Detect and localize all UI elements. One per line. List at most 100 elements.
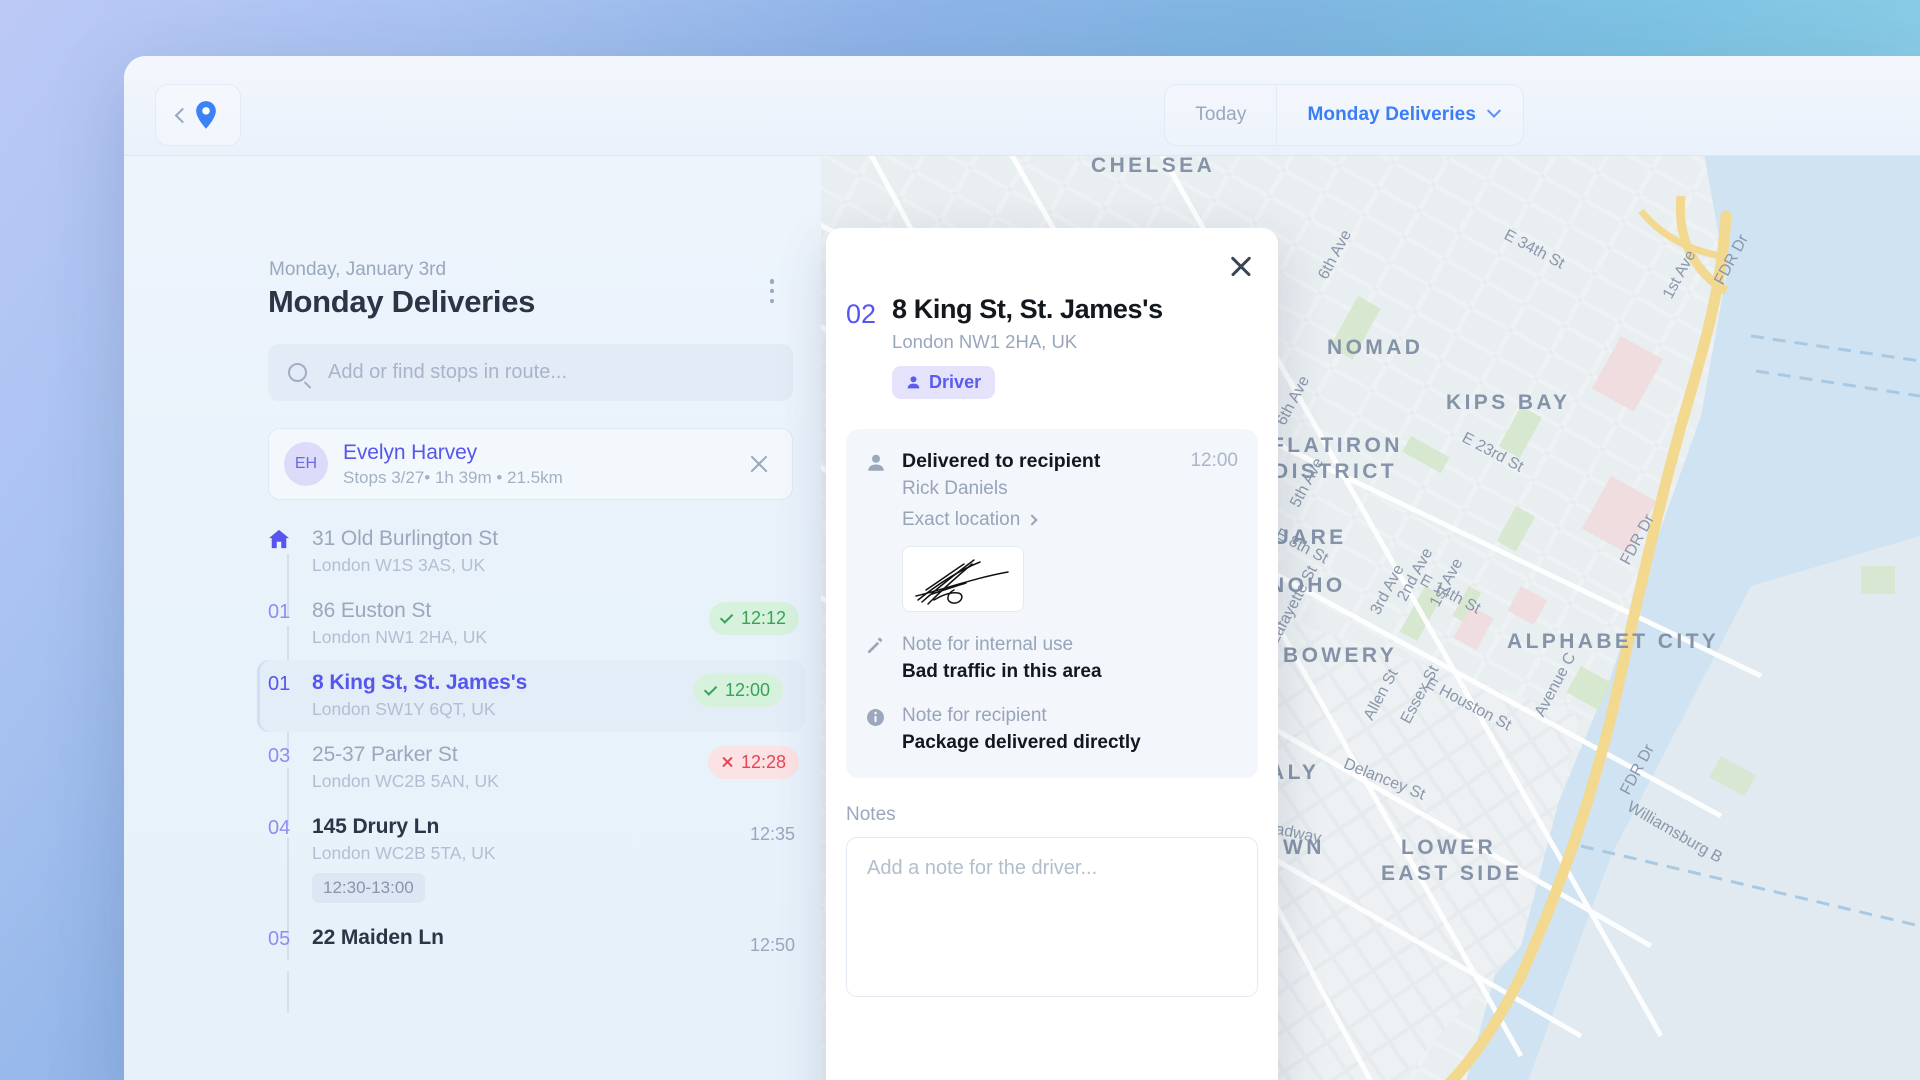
search-input[interactable]: Add or find stops in route... (268, 344, 793, 401)
route-sidebar: Monday, January 3rd Monday Deliveries Ad… (124, 156, 821, 1080)
status-badge[interactable]: Driver (892, 366, 995, 399)
detail-subtitle: London NW1 2HA, UK (892, 331, 1163, 353)
status-badge-time: 12:12 (741, 608, 786, 629)
check-icon (720, 610, 733, 623)
chevron-left-icon (175, 107, 191, 123)
route-tab-group: Today Monday Deliveries (1164, 84, 1524, 146)
list-item[interactable]: 03 25-37 Parker St London WC2B 5AN, UK 1… (124, 732, 821, 804)
status-badge: 12:28 (708, 746, 799, 779)
close-icon (721, 756, 734, 769)
stop-address: 31 Old Burlington St (312, 527, 799, 551)
driver-stats: Stops 3/27• 1h 39m • 21.5km (343, 468, 563, 488)
stop-index: 04 (268, 815, 312, 840)
stop-subaddress: London WC2B 5AN, UK (312, 771, 708, 792)
delivery-status-row: Delivered to recipient Rick Daniels Exac… (866, 450, 1238, 612)
person-icon (866, 453, 886, 473)
close-icon[interactable] (746, 451, 772, 477)
status-badge-time: 12:00 (725, 680, 770, 701)
stop-index: 03 (268, 743, 312, 768)
stop-body: 31 Old Burlington St London W1S 3AS, UK (312, 527, 799, 576)
info-icon (866, 708, 885, 727)
delivery-status-main: Delivered to recipient Rick Daniels Exac… (902, 450, 1176, 612)
driver-name: Evelyn Harvey (343, 441, 563, 465)
stop-index: 05 (268, 926, 312, 951)
home-icon (268, 529, 290, 549)
tab-monday-deliveries[interactable]: Monday Deliveries (1276, 85, 1523, 145)
stop-index: 01 (268, 671, 312, 696)
list-item-selected[interactable]: 01 8 King St, St. James's London SW1Y 6Q… (257, 660, 805, 732)
recipient-note-value: Package delivered directly (902, 732, 1238, 754)
stop-subaddress: London NW1 2HA, UK (312, 627, 709, 648)
stop-address: 8 King St, St. James's (312, 671, 693, 695)
person-icon (906, 375, 921, 390)
internal-note-value: Bad traffic in this area (902, 661, 1238, 683)
detail-header-text: 8 King St, St. James's London NW1 2HA, U… (892, 294, 1163, 399)
delivery-proof-card: Delivered to recipient Rick Daniels Exac… (846, 429, 1258, 778)
stop-status: 12:35 (746, 815, 799, 851)
recipient-note-main: Note for recipient Package delivered dir… (902, 705, 1238, 754)
detail-header: 02 8 King St, St. James's London NW1 2HA… (826, 228, 1278, 399)
stop-index: 01 (268, 599, 312, 624)
tab-today-label: Today (1195, 104, 1246, 126)
delivery-recipient: Rick Daniels (902, 478, 1176, 500)
stop-body: 25-37 Parker St London WC2B 5AN, UK (312, 743, 708, 792)
stop-body: 145 Drury Ln London WC2B 5TA, UK 12:30-1… (312, 815, 746, 903)
stop-subaddress: London W1S 3AS, UK (312, 555, 799, 576)
delivery-status-title: Delivered to recipient (902, 450, 1176, 473)
stop-status: 12:50 (746, 926, 799, 962)
stop-time-window: 12:30-13:00 (312, 873, 425, 903)
stop-status: 12:12 (709, 599, 799, 635)
list-item[interactable]: 31 Old Burlington St London W1S 3AS, UK (124, 516, 821, 588)
map-pin-icon (193, 100, 219, 130)
internal-note-row: Note for internal use Bad traffic in thi… (866, 634, 1238, 683)
person-icon-wrapper (866, 450, 888, 612)
stop-list: 31 Old Burlington St London W1S 3AS, UK … (124, 516, 821, 986)
notes-input[interactable] (846, 837, 1258, 997)
close-icon[interactable] (1227, 252, 1255, 280)
recipient-note-label: Note for recipient (902, 705, 1238, 727)
search-placeholder: Add or find stops in route... (328, 361, 567, 384)
detail-title: 8 King St, St. James's (892, 294, 1163, 325)
exact-location-link[interactable]: Exact location (902, 509, 1036, 531)
internal-note-label: Note for internal use (902, 634, 1238, 656)
info-icon-wrapper (866, 705, 888, 754)
chevron-down-icon (1487, 104, 1501, 118)
route-date: Monday, January 3rd (269, 259, 446, 281)
stop-body: 22 Maiden Ln (312, 926, 746, 950)
stop-body: 8 King St, St. James's London SW1Y 6QT, … (312, 671, 693, 720)
list-item[interactable]: 01 86 Euston St London NW1 2HA, UK 12:12 (124, 588, 821, 660)
status-badge: 12:12 (709, 602, 799, 635)
search-icon (288, 363, 307, 382)
recipient-note-row: Note for recipient Package delivered dir… (866, 705, 1238, 754)
tab-today[interactable]: Today (1165, 85, 1276, 145)
page-title: Monday Deliveries (268, 284, 535, 320)
internal-note-main: Note for internal use Bad traffic in thi… (902, 634, 1238, 683)
app-window: Today Monday Deliveries (124, 56, 1920, 1080)
signature-image[interactable] (902, 546, 1024, 612)
stop-status: 12:28 (708, 743, 799, 779)
delivery-time: 12:00 (1190, 450, 1238, 612)
signature-icon (908, 550, 1018, 608)
exact-location-label: Exact location (902, 509, 1020, 531)
kebab-menu-icon[interactable] (763, 276, 781, 306)
stop-status: 12:00 (693, 671, 783, 707)
stop-detail-panel: 02 8 King St, St. James's London NW1 2HA… (826, 228, 1278, 1080)
list-item[interactable]: 04 145 Drury Ln London WC2B 5TA, UK 12:3… (124, 804, 821, 915)
pencil-icon (866, 637, 884, 655)
stop-subaddress: London WC2B 5TA, UK (312, 843, 746, 864)
notes-section: Notes (846, 804, 1258, 1002)
stop-address: 25-37 Parker St (312, 743, 708, 767)
status-badge: 12:00 (693, 674, 783, 707)
stop-index (268, 527, 312, 549)
back-to-map-button[interactable] (155, 84, 241, 146)
chevron-right-icon (1027, 514, 1038, 525)
detail-stop-index: 02 (846, 294, 876, 399)
driver-card[interactable]: EH Evelyn Harvey Stops 3/27• 1h 39m • 21… (268, 428, 793, 500)
stop-address: 145 Drury Ln (312, 815, 746, 839)
stop-body: 86 Euston St London NW1 2HA, UK (312, 599, 709, 648)
stop-address: 86 Euston St (312, 599, 709, 623)
tab-monday-deliveries-label: Monday Deliveries (1307, 104, 1476, 126)
status-badge-time: 12:28 (741, 752, 786, 773)
list-item[interactable]: 05 22 Maiden Ln 12:50 (124, 915, 821, 986)
avatar: EH (284, 442, 328, 486)
